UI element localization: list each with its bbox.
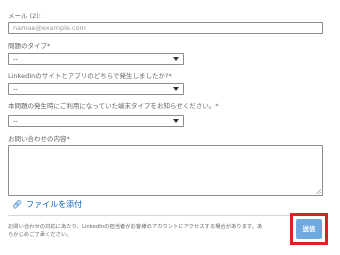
platform-selected-value: -- [13,85,18,93]
email-field[interactable]: namae@example.com [8,22,323,34]
device-type-label: 本問題の発生時にご利用になっていた端末タイプをお知らせください。* [8,102,219,110]
device-type-select[interactable]: -- [8,115,184,127]
attach-file-label: ファイルを添付 [26,200,83,209]
message-textarea[interactable] [8,145,323,196]
platform-select[interactable]: -- [8,83,184,95]
submit-button[interactable]: 送信 [296,219,322,239]
divider [8,215,323,216]
device-type-selected-value: -- [13,117,18,125]
platform-label: LinkedInのサイトとアプリのどちらで発生しましたか?* [8,72,172,80]
access-notice-line2: らかじめご了承ください。 [8,231,72,238]
email-label: メール (2): [8,12,41,20]
issue-type-select[interactable]: -- [8,53,184,65]
issue-type-selected-value: -- [13,55,18,63]
chevron-down-icon [173,87,179,91]
email-placeholder: namae@example.com [13,24,86,32]
message-label: お問い合わせの内容* [8,135,70,143]
resize-handle-icon[interactable] [316,189,321,194]
chevron-down-icon [173,119,179,123]
paperclip-icon: 🔗︎ [12,200,23,209]
issue-type-label: 問題のタイプ* [8,42,51,50]
attach-file-link[interactable]: 🔗︎ ファイルを添付 [12,200,82,210]
chevron-down-icon [173,57,179,61]
access-notice: お問い合わせの対応にあたり、LinkedInの担当者がお客様のアカウントにアクセ… [8,224,280,239]
access-notice-line1: お問い合わせの対応にあたり、LinkedInの担当者がお客様のアカウントにアクセ… [8,224,263,230]
